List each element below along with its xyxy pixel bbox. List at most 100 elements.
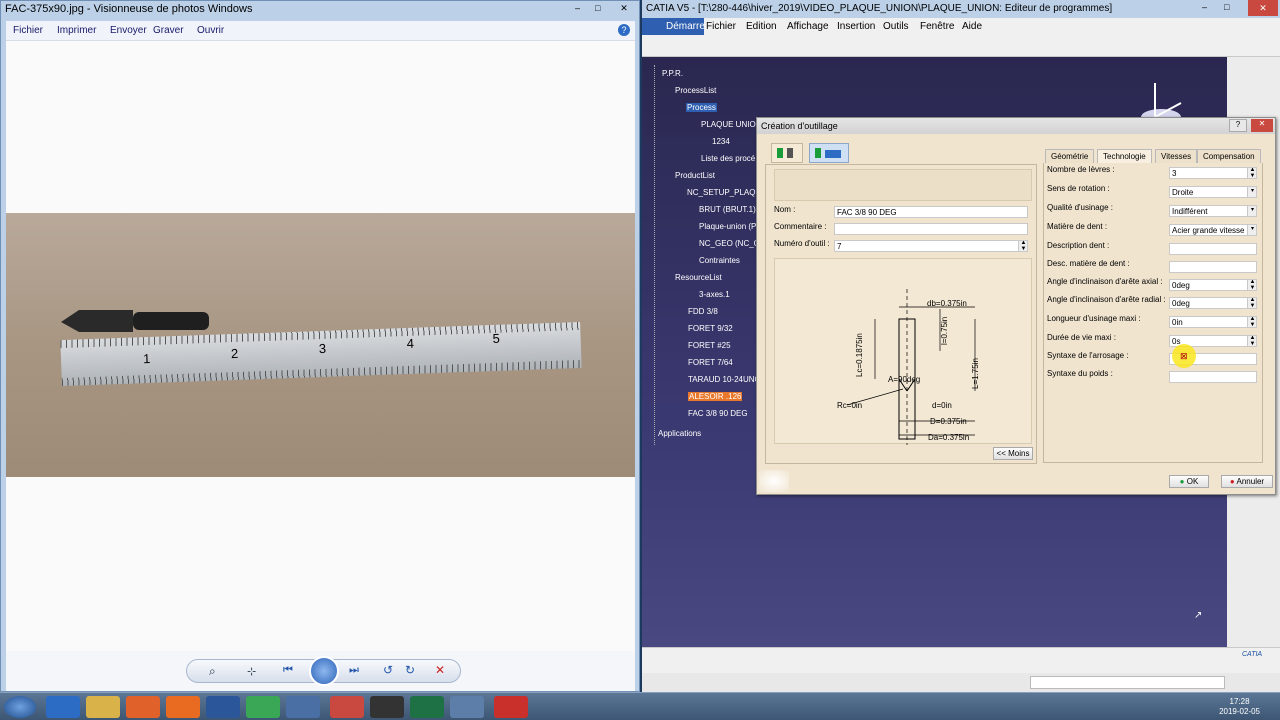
annuler-button[interactable]: ● Annuler	[1221, 475, 1273, 488]
nom-input[interactable]: FAC 3/8 90 DEG	[834, 206, 1028, 218]
menu-envoyer[interactable]: Envoyer	[110, 25, 147, 36]
tree-contraintes[interactable]: Contraintes	[699, 256, 740, 265]
close-icon[interactable]: ✕	[613, 3, 635, 15]
security-icon[interactable]	[330, 696, 364, 718]
tab-technologie[interactable]: Technologie	[1097, 149, 1152, 163]
help-icon[interactable]: ?	[618, 24, 630, 36]
menu-ouvrir[interactable]: Ouvrir	[197, 25, 224, 36]
tree-foret-25[interactable]: FORET #25	[688, 341, 731, 350]
nb-levres-input[interactable]: 3 ▲ ▼	[1169, 167, 1257, 179]
catia-icon[interactable]	[370, 696, 404, 718]
rotate-right-icon[interactable]: ↻	[405, 663, 415, 677]
close-icon[interactable]: ✕	[1248, 0, 1278, 16]
commentaire-input[interactable]	[834, 223, 1028, 235]
angle-axial-input[interactable]: 0deg ▲ ▼	[1169, 279, 1257, 291]
ok-button[interactable]: ● OK	[1169, 475, 1209, 488]
dell-icon[interactable]	[286, 696, 320, 718]
tree-nc-setup[interactable]: NC_SETUP_PLAQUE	[687, 188, 767, 197]
clock[interactable]: 17:28 2019-02-05	[1219, 697, 1260, 717]
media-player-icon[interactable]	[126, 696, 160, 718]
close-icon[interactable]: ✕	[1251, 119, 1273, 132]
help-icon[interactable]: ?	[1229, 119, 1247, 132]
menu-outils[interactable]: Outils	[883, 21, 909, 32]
tree-liste-procedes[interactable]: Liste des procé	[701, 154, 755, 163]
minimize-icon[interactable]: –	[575, 3, 591, 15]
chevron-down-icon[interactable]: ▾	[1247, 206, 1256, 216]
acrobat-icon[interactable]	[494, 696, 528, 718]
tree-foret-932[interactable]: FORET 9/32	[688, 324, 733, 333]
start-button[interactable]	[4, 696, 36, 718]
tree-plaque-union[interactable]: PLAQUE UNION	[701, 120, 761, 129]
angle-radial-input[interactable]: 0deg ▲ ▼	[1169, 297, 1257, 309]
tree-resourcelist[interactable]: ResourceList	[675, 273, 722, 282]
menu-affichage[interactable]: Affichage	[787, 21, 829, 32]
desc-dent-input[interactable]	[1169, 243, 1257, 255]
longueur-input[interactable]: 0in ▲ ▼	[1169, 316, 1257, 328]
poids-input[interactable]	[1169, 371, 1257, 383]
tree-fdd[interactable]: FDD 3/8	[688, 307, 718, 316]
tree-3-axes[interactable]: 3-axes.1	[699, 290, 730, 299]
tree-brut[interactable]: BRUT (BRUT.1)	[699, 205, 756, 214]
minimize-icon[interactable]: –	[1202, 2, 1207, 12]
actual-size-icon[interactable]: ⊹	[247, 665, 256, 678]
next-icon[interactable]: ⏭	[349, 664, 359, 677]
menu-imprimer[interactable]: Imprimer	[57, 25, 96, 36]
photo-viewer-icon[interactable]	[450, 696, 484, 718]
chrome-icon[interactable]	[246, 696, 280, 718]
tab-geometrie[interactable]: Géométrie	[1045, 149, 1095, 163]
spinner-icon[interactable]: ▲ ▼	[1247, 168, 1256, 178]
tab-compensation[interactable]: Compensation	[1197, 149, 1261, 163]
chevron-down-icon[interactable]: ▾	[1247, 225, 1256, 235]
spinner-icon[interactable]: ▲ ▼	[1247, 280, 1256, 290]
clock-date: 2019-02-05	[1219, 707, 1260, 716]
tree-root[interactable]: P.P.R.	[662, 69, 683, 78]
menu-fichier[interactable]: Fichier	[706, 21, 736, 32]
chevron-down-icon[interactable]: ▾	[1247, 187, 1256, 197]
tree-foret-764[interactable]: FORET 7/64	[688, 358, 733, 367]
tab-vitesses[interactable]: Vitesses	[1155, 149, 1198, 163]
menu-insertion[interactable]: Insertion	[837, 21, 875, 32]
tree-taraud[interactable]: TARAUD 10-24UNC	[688, 375, 760, 384]
command-input[interactable]	[1030, 676, 1225, 689]
firefox-icon[interactable]	[166, 696, 200, 718]
moins-button[interactable]: << Moins	[993, 447, 1033, 460]
menu-aide[interactable]: Aide	[962, 21, 982, 32]
menu-fenetre[interactable]: Fenêtre	[920, 21, 954, 32]
catia-bottom-toolbar: CATIA	[642, 647, 1280, 673]
sens-select[interactable]: Droite ▾	[1169, 186, 1257, 198]
tree-applications[interactable]: Applications	[658, 429, 701, 438]
previous-icon[interactable]: ⏮	[283, 664, 293, 677]
tree-1234[interactable]: 1234	[712, 137, 730, 146]
desc-mat-input[interactable]	[1169, 261, 1257, 273]
rotate-left-icon[interactable]: ↺	[383, 663, 393, 677]
spinner-icon[interactable]: ▲ ▼	[1247, 298, 1256, 308]
matiere-select[interactable]: Acier grande vitesse ▾	[1169, 224, 1257, 236]
window-title: CATIA V5 - [T:\280-446\hiver_2019\VIDEO_…	[646, 3, 1113, 14]
menu-graver[interactable]: Graver	[153, 25, 184, 36]
qualite-select[interactable]: Indifférent ▾	[1169, 205, 1257, 217]
ie-icon[interactable]	[46, 696, 80, 718]
menu-edition[interactable]: Edition	[746, 21, 777, 32]
numero-input[interactable]: 7 ▲ ▼	[834, 240, 1028, 252]
dialog-titlebar: Création d'outillage ? ✕	[757, 118, 1275, 134]
maximize-icon[interactable]: □	[1224, 2, 1229, 12]
spinner-icon[interactable]: ▲ ▼	[1247, 317, 1256, 327]
explorer-icon[interactable]	[86, 696, 120, 718]
menu-fichier[interactable]: Fichier	[13, 25, 43, 36]
tree-fac[interactable]: FAC 3/8 90 DEG	[688, 409, 748, 418]
tree-productlist[interactable]: ProductList	[675, 171, 715, 180]
slideshow-button[interactable]	[309, 656, 339, 686]
word-icon[interactable]	[206, 696, 240, 718]
tree-plaque-union-part[interactable]: Plaque-union (P	[699, 222, 756, 231]
tree-alesoir[interactable]: ALESOIR .126	[688, 392, 743, 401]
zoom-icon[interactable]: ⌕	[209, 664, 216, 679]
spinner-icon[interactable]: ▲ ▼	[1247, 336, 1256, 346]
maximize-icon[interactable]: □	[595, 3, 611, 15]
menu-demarrer[interactable]: Démarrer	[666, 21, 708, 32]
spinner-icon[interactable]: ▲ ▼	[1018, 241, 1027, 251]
ruler-number: 4	[406, 335, 415, 351]
excel-icon[interactable]	[410, 696, 444, 718]
tree-process[interactable]: Process	[686, 103, 717, 112]
tree-processlist[interactable]: ProcessList	[675, 86, 716, 95]
delete-icon[interactable]: ✕	[435, 663, 445, 677]
